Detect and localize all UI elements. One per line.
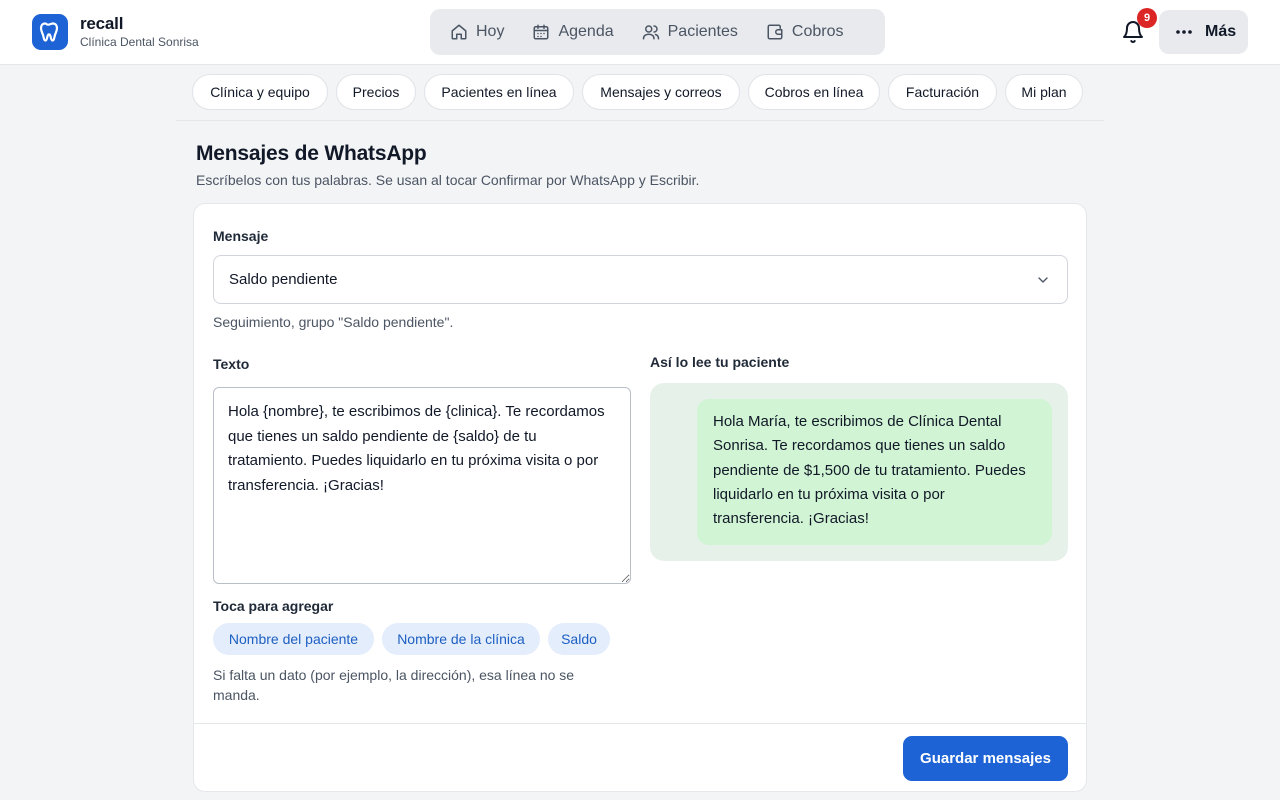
tab-pacientes-linea[interactable]: Pacientes en línea	[424, 74, 574, 110]
settings-tabs: Clínica y equipo Precios Pacientes en lí…	[176, 65, 1104, 121]
preview-bubble: Hola María, te escribimos de Clínica Den…	[697, 399, 1052, 545]
tab-clinica-equipo[interactable]: Clínica y equipo	[192, 74, 328, 110]
brand[interactable]: recall Clínica Dental Sonrisa	[32, 14, 199, 50]
nav-label: Pacientes	[667, 23, 738, 40]
home-icon	[451, 24, 467, 40]
more-label: Más	[1205, 23, 1237, 40]
chip-clinic-name[interactable]: Nombre de la clínica	[382, 623, 540, 655]
tab-mi-plan[interactable]: Mi plan	[1005, 74, 1083, 110]
save-messages-button[interactable]: Guardar mensajes	[903, 736, 1068, 781]
preview-panel: Hola María, te escribimos de Clínica Den…	[650, 383, 1068, 561]
message-select-value: Saldo pendiente	[229, 271, 338, 288]
message-hint: Seguimiento, grupo "Saldo pendiente".	[213, 314, 454, 330]
text-label: Texto	[213, 356, 250, 372]
users-icon	[642, 25, 659, 40]
nav-item-agenda[interactable]: Agenda	[518, 15, 627, 49]
more-button[interactable]: Más	[1159, 10, 1248, 54]
notification-badge: 9	[1137, 8, 1157, 28]
whatsapp-messages-card: Mensaje Saldo pendiente Seguimiento, gru…	[193, 203, 1087, 792]
tab-mensajes-correos[interactable]: Mensajes y correos	[582, 74, 740, 110]
more-dots-icon	[1176, 30, 1192, 34]
nav-item-cobros[interactable]: Cobros	[752, 15, 858, 49]
preview-label: Así lo lee tu paciente	[650, 354, 790, 370]
main-nav: Hoy Agenda Pacientes Cobros	[430, 9, 885, 55]
chevron-down-icon	[1038, 277, 1048, 283]
message-text-area[interactable]: Hola {nombre}, te escribimos de {clinica…	[213, 387, 631, 584]
tooth-icon	[32, 14, 68, 50]
nav-item-hoy[interactable]: Hoy	[436, 15, 518, 49]
wallet-icon	[767, 24, 783, 40]
nav-item-pacientes[interactable]: Pacientes	[628, 15, 752, 49]
card-footer-divider	[194, 723, 1086, 724]
missing-data-hint: Si falta un dato (por ejemplo, la direcc…	[213, 667, 575, 703]
app-name: recall	[80, 14, 124, 33]
section-title: Mensajes de WhatsApp	[196, 142, 427, 165]
calendar-icon	[533, 24, 549, 40]
chip-balance[interactable]: Saldo	[548, 623, 610, 655]
tab-precios[interactable]: Precios	[336, 74, 416, 110]
top-header: recall Clínica Dental Sonrisa Hoy Agenda…	[0, 0, 1280, 65]
nav-label: Cobros	[791, 23, 844, 40]
message-select[interactable]: Saldo pendiente	[213, 255, 1068, 304]
section-description: Escríbelos con tus palabras. Se usan al …	[196, 172, 700, 188]
chips-label: Toca para agregar	[213, 598, 334, 614]
tab-facturacion[interactable]: Facturación	[888, 74, 997, 110]
message-label: Mensaje	[213, 228, 269, 244]
nav-label: Hoy	[476, 23, 505, 40]
tab-cobros-linea[interactable]: Cobros en línea	[748, 74, 880, 110]
clinic-name: Clínica Dental Sonrisa	[80, 35, 199, 49]
chip-patient-name[interactable]: Nombre del paciente	[213, 623, 374, 655]
nav-label: Agenda	[558, 23, 614, 40]
